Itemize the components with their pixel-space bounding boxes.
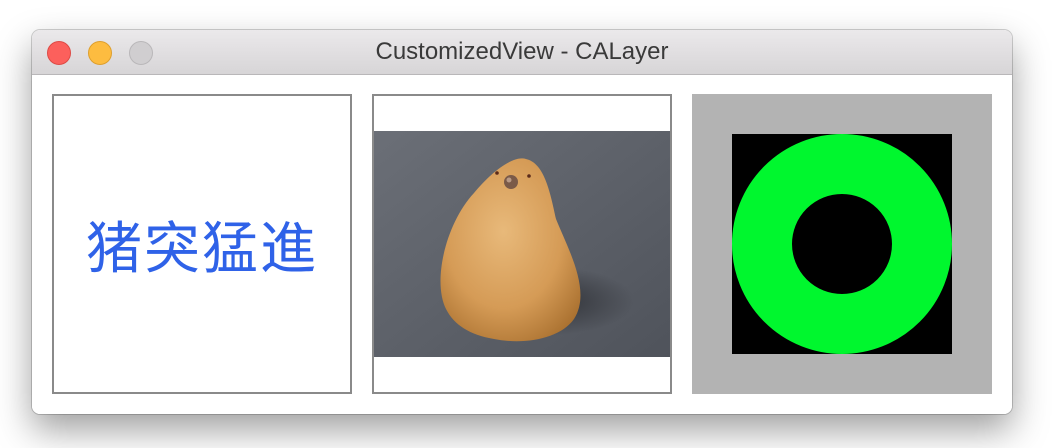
clay-bird-figurine-photo xyxy=(374,131,670,357)
window-title: CustomizedView - CALayer xyxy=(375,38,669,65)
kanji-text: 猪突猛進 xyxy=(86,216,318,282)
title-bar[interactable]: CustomizedView - CALayer xyxy=(32,30,1012,75)
image-layer-view xyxy=(372,94,672,394)
green-ring-shape xyxy=(732,134,952,354)
text-layer-view: 猪突猛進 xyxy=(52,94,352,394)
window-content: 猪突猛進 xyxy=(32,75,1012,414)
app-window: CustomizedView - CALayer 猪突猛進 xyxy=(32,30,1012,414)
shape-layer-view xyxy=(692,94,992,394)
